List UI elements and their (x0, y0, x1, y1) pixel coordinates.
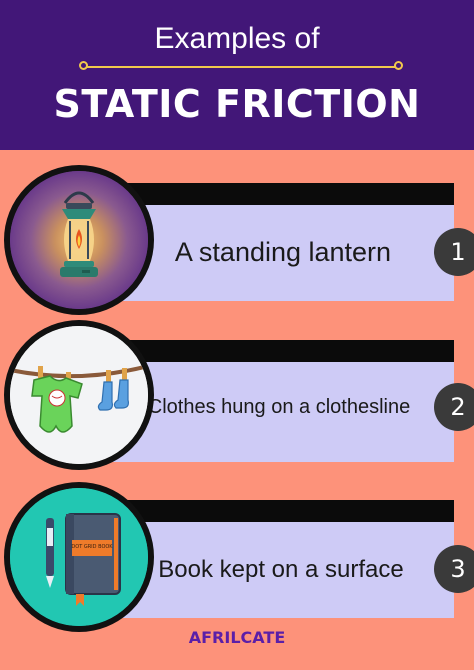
header-banner: Examples of STATIC FRICTION (0, 0, 474, 150)
number-badge-2: 2 (434, 383, 474, 431)
brand-footer: AFRILCATE (188, 628, 286, 647)
divider-dot-left (79, 61, 88, 70)
example-label-2: Clothes hung on a clothesline (147, 396, 411, 418)
book-cover-text: DOT GRID BOOK (71, 544, 113, 550)
header-title: STATIC FRICTION (53, 82, 421, 126)
lantern-icon (4, 165, 154, 315)
example-label-3: Book kept on a surface (158, 556, 404, 583)
number-badge-3: 3 (434, 545, 474, 593)
book-icon: DOT GRID BOOK (4, 482, 154, 632)
example-label-1: A standing lantern (174, 237, 392, 267)
divider-dot-right (394, 61, 403, 70)
number-badge-1: 1 (434, 228, 474, 276)
header-divider (84, 66, 398, 68)
clothesline-icon (4, 320, 154, 470)
header-subtitle: Examples of (154, 22, 320, 55)
